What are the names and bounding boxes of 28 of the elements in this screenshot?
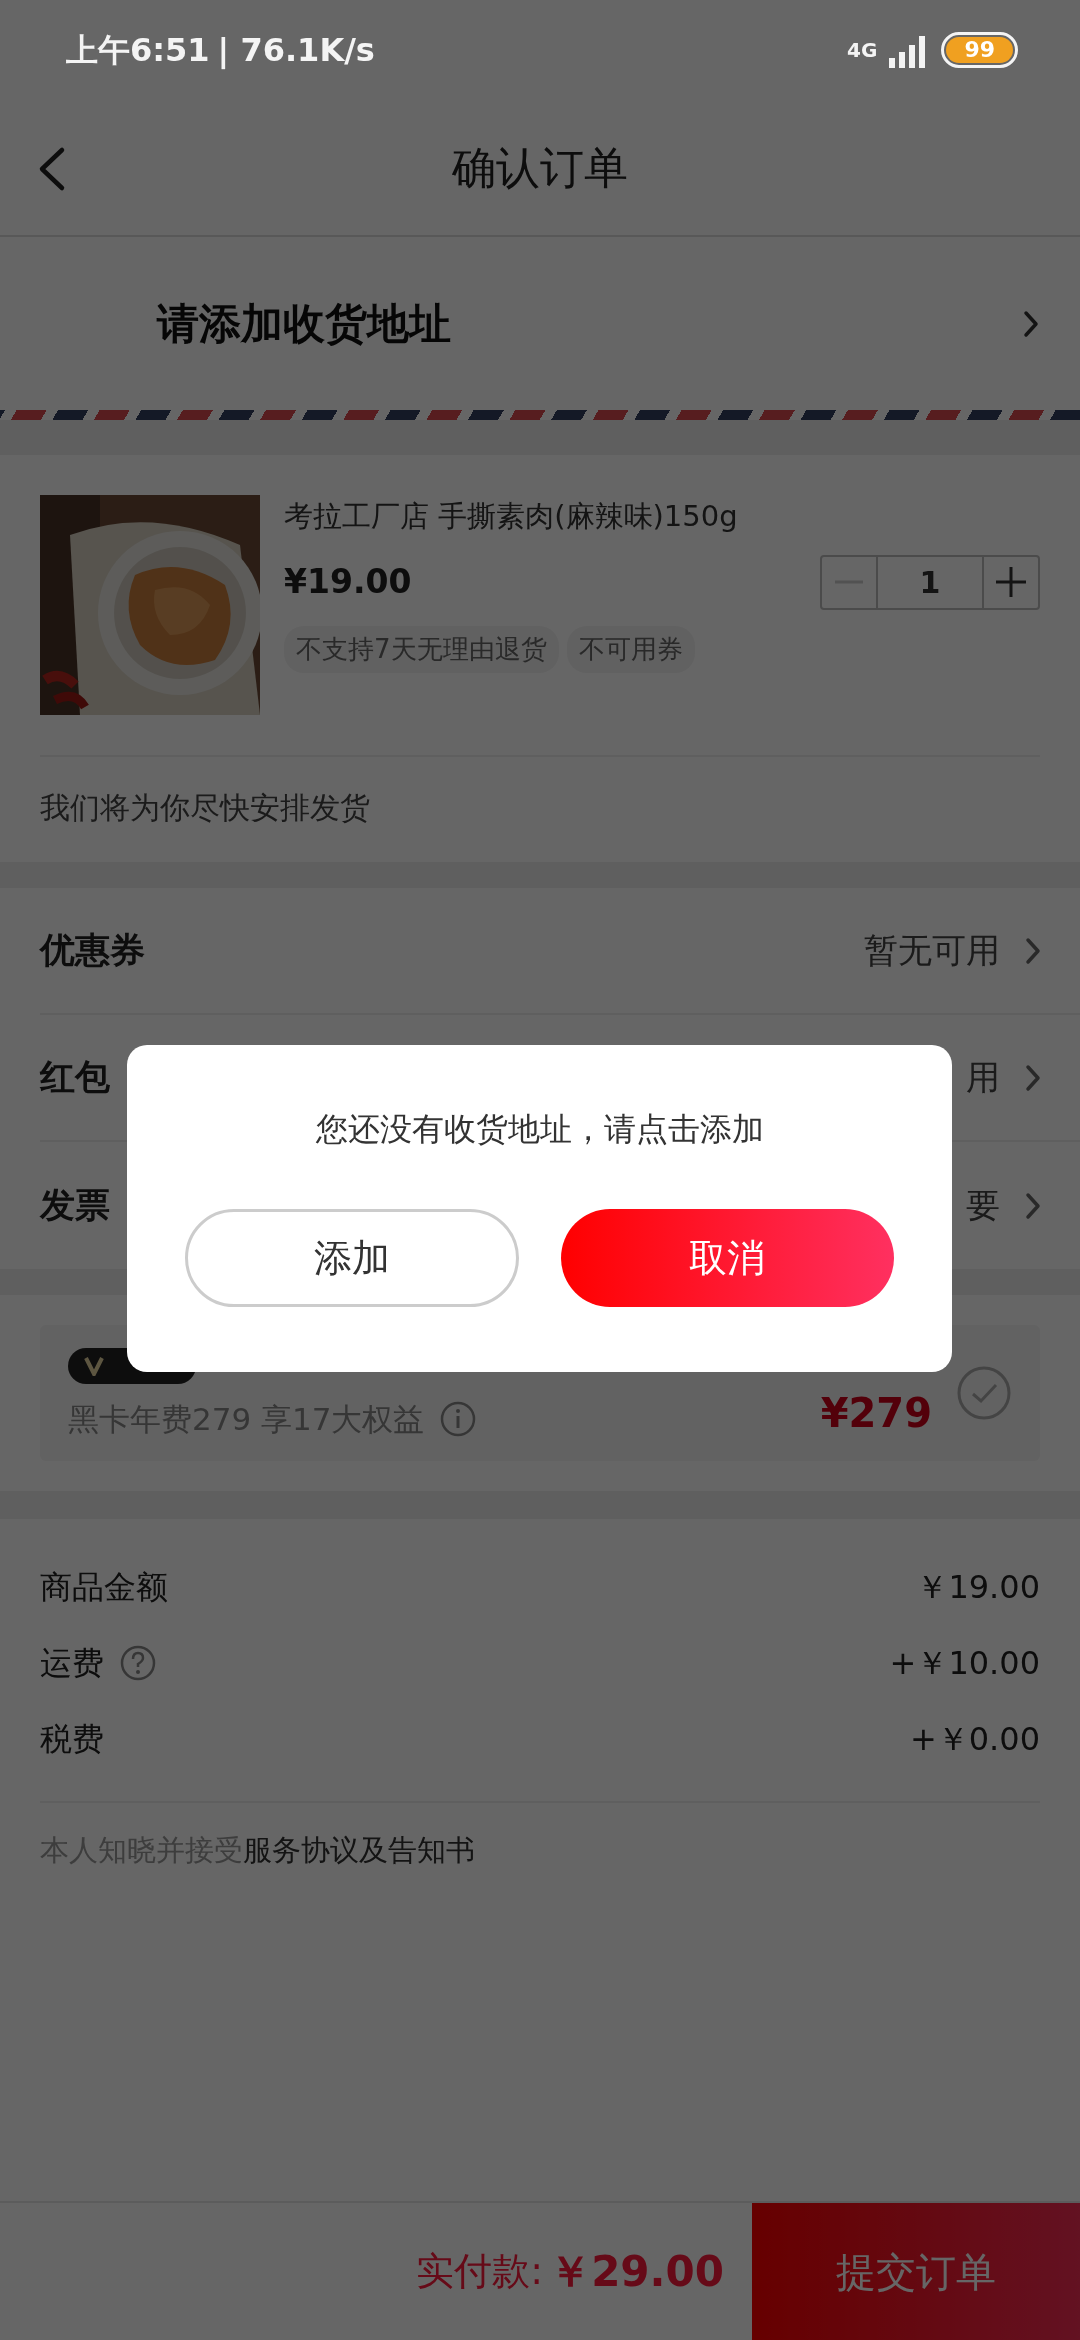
- network-speed: | 76.1K/s: [217, 30, 375, 71]
- battery-level: 99: [941, 32, 1018, 68]
- product-name: 考拉工厂店 手撕素肉(麻辣味)150g: [284, 498, 739, 535]
- summary-value: ￥19.00: [916, 1567, 1040, 1608]
- total-amount: ￥29.00: [549, 2246, 724, 2298]
- total-label: 实付款:: [416, 2248, 544, 2295]
- option-value: 用: [966, 1056, 1000, 1099]
- summary-label: 税费: [40, 1719, 104, 1760]
- summary-label: 商品金额: [40, 1567, 168, 1608]
- dialog-message: 您还没有收货地址，请点击添加: [314, 1109, 765, 1150]
- option-label: 优惠券: [40, 929, 145, 973]
- summary-value: +￥10.00: [889, 1643, 1040, 1684]
- status-time: 上午6:51: [66, 30, 210, 71]
- option-value: 暂无可用: [864, 929, 1000, 972]
- upgrade-price: ¥279: [820, 1389, 932, 1438]
- quantity-value: 1: [876, 556, 984, 608]
- shipping-note: 我们将为你尽快安排发货: [40, 755, 1040, 862]
- product-price: ¥19.00: [284, 561, 412, 604]
- option-value: 要: [966, 1184, 1000, 1227]
- network-type: 4G: [847, 37, 878, 64]
- address-prompt: 请添加收货地址: [157, 298, 451, 350]
- option-label: 发票: [40, 1184, 110, 1228]
- page-title: 确认订单: [452, 140, 628, 195]
- summary-value: +￥0.00: [909, 1719, 1040, 1760]
- summary-label: 运费: [40, 1643, 104, 1684]
- product-tag: 不可用券: [566, 625, 695, 673]
- option-label: 红包: [40, 1056, 110, 1100]
- product-tag: 不支持7天无理由退货: [284, 625, 559, 673]
